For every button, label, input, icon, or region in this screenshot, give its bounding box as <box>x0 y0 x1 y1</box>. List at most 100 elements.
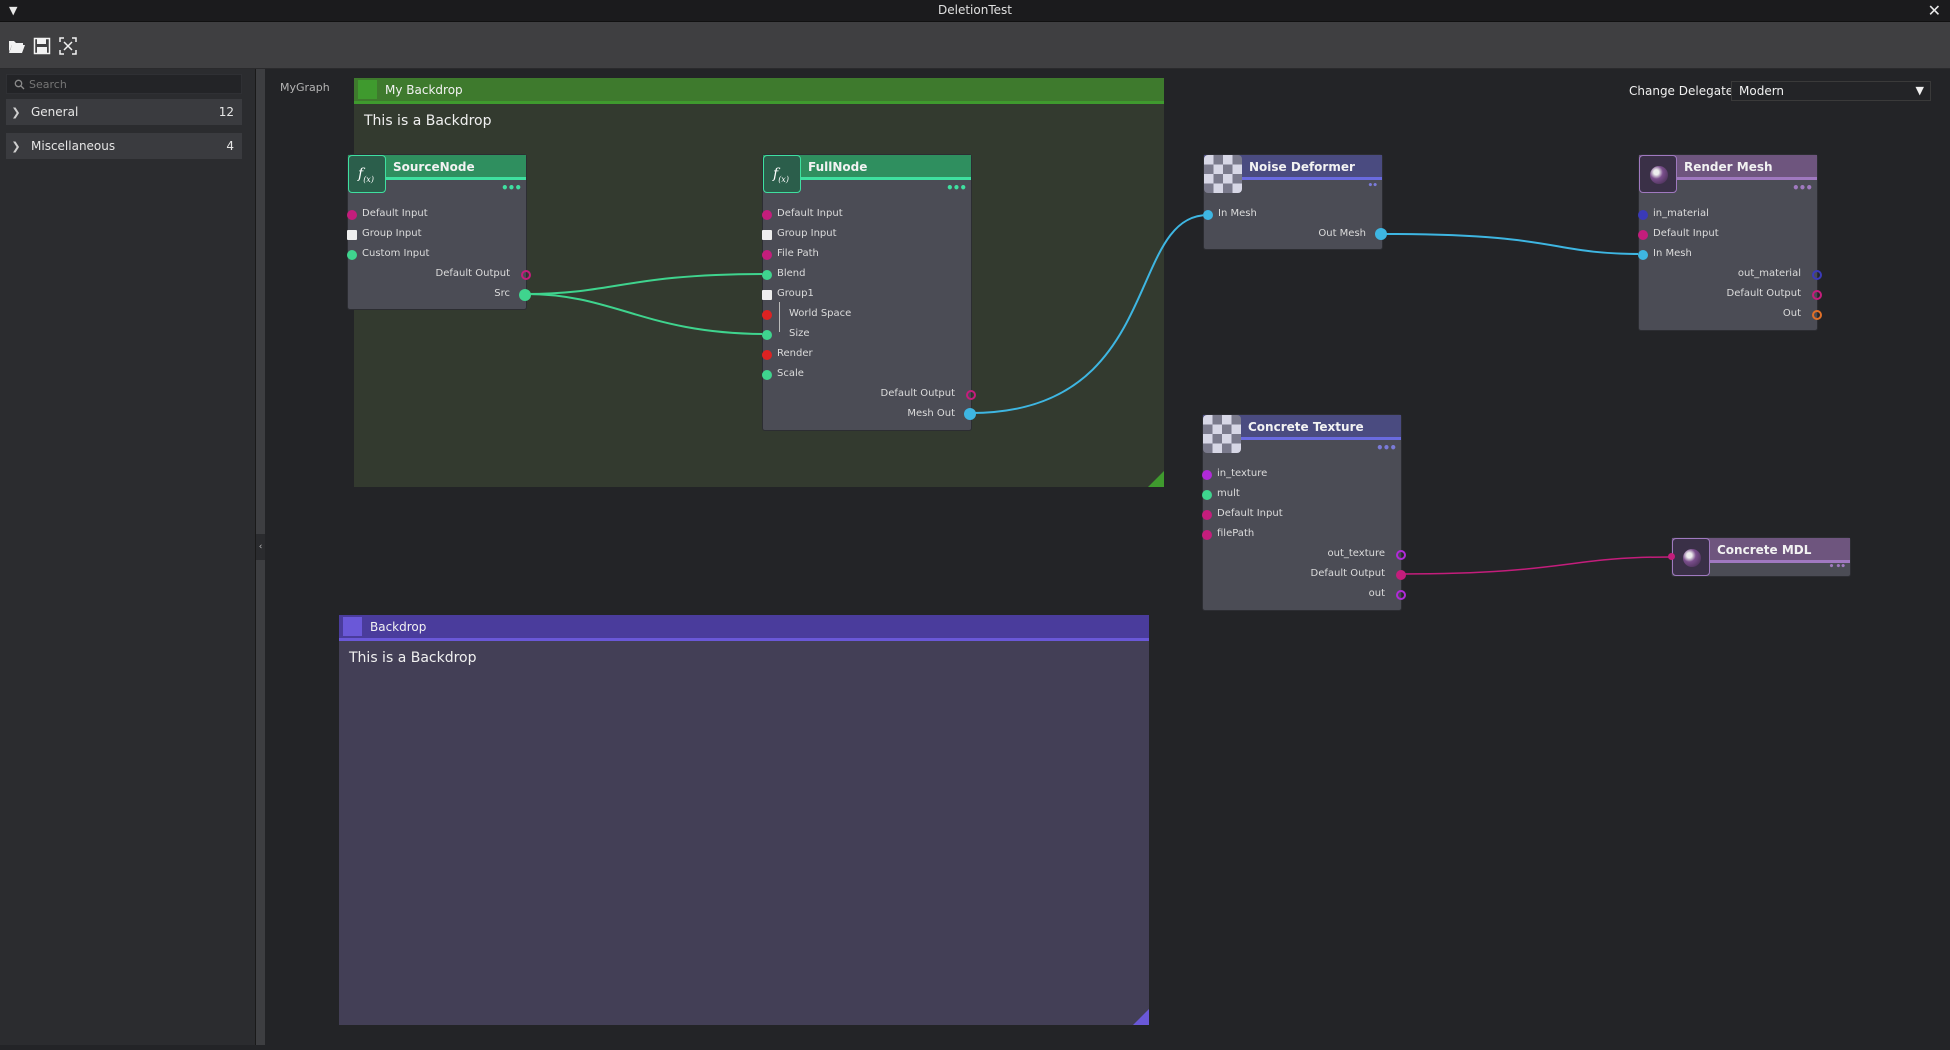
fit-view-icon[interactable] <box>59 37 77 55</box>
checker-texture-icon <box>1203 415 1241 453</box>
pin-default-input[interactable] <box>1638 230 1648 240</box>
collapse-left-icon[interactable]: ‹ <box>256 534 265 560</box>
wire-outmesh-rendermesh[interactable] <box>1382 233 1644 255</box>
pin-world-space[interactable] <box>762 310 772 320</box>
search-icon <box>14 79 25 89</box>
graph-canvas[interactable]: MyGraph Change Delegate Modern ▼ My Back… <box>265 69 1950 1045</box>
category-count: 4 <box>226 139 234 153</box>
chevron-right-icon[interactable]: ❯ <box>6 106 26 119</box>
pin-default-input[interactable] <box>1202 510 1212 520</box>
checker-texture-icon <box>1204 155 1242 193</box>
more-options-icon[interactable]: ••• <box>1792 181 1813 195</box>
node-title: Render Mesh <box>1684 160 1773 174</box>
pin-file-path[interactable] <box>762 250 772 260</box>
chevron-down-icon[interactable]: ▼ <box>1916 84 1924 97</box>
resize-handle[interactable] <box>1148 471 1164 487</box>
node-concrete-texture[interactable]: Concrete Texture ••• in_texture mult Def… <box>1202 415 1406 610</box>
pin-out[interactable] <box>1396 590 1406 600</box>
category-miscellaneous[interactable]: ❯ Miscellaneous 4 <box>6 133 242 159</box>
close-icon[interactable]: ✕ <box>1928 1 1941 20</box>
pin-blend[interactable] <box>762 270 772 280</box>
pin-render[interactable] <box>762 350 772 360</box>
search-input[interactable] <box>29 77 229 91</box>
pin-default-output[interactable] <box>1396 570 1406 580</box>
pin-default-output[interactable] <box>521 270 531 280</box>
search-box[interactable] <box>6 74 242 94</box>
port-label: out_texture <box>1327 548 1386 559</box>
port-label: Group Input <box>362 228 422 239</box>
port-label: Default Input <box>777 208 843 219</box>
wire-texture-mdl[interactable] <box>1400 556 1671 575</box>
port-label: Scale <box>777 368 804 379</box>
category-general[interactable]: ❯ General 12 <box>6 99 242 125</box>
pin-default-input[interactable] <box>762 210 772 220</box>
node-fullnode[interactable]: FullNode f(x) ••• Default Input Group In… <box>762 155 976 430</box>
more-options-icon[interactable]: •• <box>1367 181 1377 191</box>
backdrop-text: This is a Backdrop <box>349 650 477 666</box>
node-title: Concrete MDL <box>1717 543 1812 557</box>
port-label: Group Input <box>777 228 837 239</box>
save-icon[interactable] <box>33 37 51 55</box>
port-label: Default Output <box>435 268 510 279</box>
backdrop-header[interactable]: Backdrop <box>339 615 1149 641</box>
more-options-icon[interactable]: ••• <box>1376 441 1397 455</box>
delegate-dropdown[interactable]: Modern ▼ <box>1731 81 1931 101</box>
sphere-material-icon <box>1639 155 1677 193</box>
pin-mdl-input[interactable] <box>1668 553 1675 560</box>
port-label: File Path <box>777 248 819 259</box>
node-title: SourceNode <box>393 160 475 174</box>
node-concrete-mdl[interactable]: Concrete MDL • •• <box>1668 538 1850 576</box>
pin-mesh-out[interactable] <box>964 408 976 420</box>
toolbar <box>0 22 1950 69</box>
port-label: Default Output <box>1310 568 1385 579</box>
more-options-icon[interactable]: • •• <box>1829 562 1846 572</box>
group-collapse-icon[interactable] <box>762 290 772 300</box>
pin-default-output[interactable] <box>1812 290 1822 300</box>
node-sourcenode[interactable]: SourceNode f(x) ••• Default Input Group … <box>347 155 531 309</box>
resize-handle[interactable] <box>1133 1009 1149 1025</box>
group-expand-icon[interactable] <box>762 230 772 240</box>
pin-mult[interactable] <box>1202 490 1212 500</box>
panel-splitter[interactable]: ‹ <box>256 69 265 1045</box>
pin-default-output[interactable] <box>966 390 976 400</box>
group-tree-line <box>779 302 785 332</box>
group-expand-icon[interactable] <box>347 230 357 240</box>
pin-in-material[interactable] <box>1638 210 1648 220</box>
port-label: Default Input <box>362 208 428 219</box>
more-options-icon[interactable]: ••• <box>501 181 522 195</box>
port-label: In Mesh <box>1653 248 1692 259</box>
port-label: In Mesh <box>1218 208 1257 219</box>
pin-scale[interactable] <box>762 370 772 380</box>
pin-out-material[interactable] <box>1812 270 1822 280</box>
chevron-right-icon[interactable]: ❯ <box>6 140 26 153</box>
port-label: Out <box>1782 308 1801 319</box>
pin-default-input[interactable] <box>347 210 357 220</box>
pin-custom-input[interactable] <box>347 250 357 260</box>
port-label: out <box>1368 588 1385 599</box>
port-label: Render <box>777 348 813 359</box>
pin-src[interactable] <box>519 289 531 301</box>
node-noise-deformer[interactable]: Noise Deformer •• In Mesh Out Mesh <box>1203 155 1387 249</box>
port-label: Default Input <box>1653 228 1719 239</box>
pin-out[interactable] <box>1812 310 1822 320</box>
node-title: Concrete Texture <box>1248 420 1364 434</box>
port-label: Size <box>789 328 810 339</box>
open-folder-icon[interactable] <box>8 37 26 55</box>
pin-file-path[interactable] <box>1202 530 1212 540</box>
change-delegate-label: Change Delegate <box>1629 84 1734 98</box>
pin-size[interactable] <box>762 330 772 340</box>
category-label: General <box>31 105 79 119</box>
category-count: 12 <box>218 105 234 119</box>
pin-in-mesh[interactable] <box>1203 210 1213 220</box>
backdrop-backdrop[interactable]: Backdrop This is a Backdrop <box>339 615 1149 1025</box>
more-options-icon[interactable]: ••• <box>946 181 967 195</box>
pin-in-mesh[interactable] <box>1638 250 1648 260</box>
pin-out-mesh[interactable] <box>1375 228 1387 240</box>
pin-in-texture[interactable] <box>1202 470 1212 480</box>
node-render-mesh[interactable]: Render Mesh ••• in_material Default Inpu… <box>1638 155 1822 330</box>
backdrop-header[interactable]: My Backdrop <box>354 78 1164 104</box>
port-label: out_material <box>1737 268 1801 279</box>
port-label: Src <box>494 288 510 299</box>
pin-out-texture[interactable] <box>1396 550 1406 560</box>
title-bar: ▼ DeletionTest ✕ <box>0 0 1950 22</box>
